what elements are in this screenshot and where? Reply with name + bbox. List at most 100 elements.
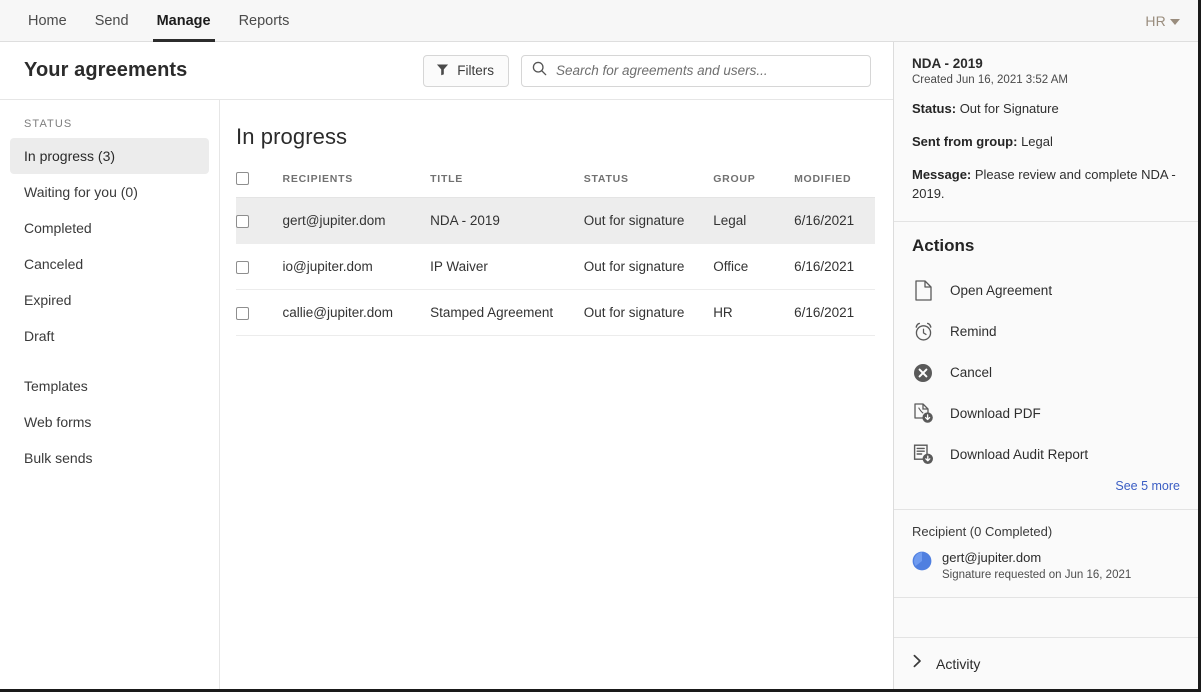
row-checkbox-cell — [236, 197, 283, 244]
cell-title: Stamped Agreement — [430, 289, 584, 336]
see-more-link[interactable]: See 5 more — [912, 475, 1180, 493]
nav-item-label: Manage — [156, 12, 211, 29]
detail-created-date: Created Jun 16, 2021 3:52 AM — [912, 74, 1068, 86]
filters-button-label: Filters — [457, 63, 494, 78]
recipient-row: gert@jupiter.dom Signature requested on … — [912, 550, 1180, 581]
cell-recipients: io@jupiter.dom — [282, 243, 431, 290]
funnel-icon — [436, 63, 449, 79]
cell-title: IP Waiver — [430, 243, 584, 290]
pie-progress-avatar-icon — [912, 551, 932, 571]
actions-section: Actions Open Agreement Remind Cancel Dow… — [894, 222, 1198, 509]
search-icon — [532, 61, 547, 81]
action-cancel[interactable]: Cancel — [912, 352, 1180, 393]
detail-group-value: Legal — [1021, 133, 1053, 149]
select-all-checkbox[interactable] — [236, 172, 249, 185]
cell-title: NDA - 2019 — [430, 197, 584, 244]
user-menu[interactable]: HR — [1145, 0, 1180, 41]
cell-modified: 6/16/2021 — [794, 197, 875, 244]
action-download-audit-report[interactable]: Download Audit Report — [912, 434, 1180, 475]
detail-group-field: Sent from group: Legal — [912, 133, 1180, 152]
sidebar-group-label: STATUS — [24, 118, 73, 130]
detail-status-field: Status: Out for Signature — [912, 100, 1180, 119]
nav-item-reports[interactable]: Reports — [225, 0, 304, 41]
nav-item-manage[interactable]: Manage — [143, 0, 225, 42]
sidebar-item-web-forms[interactable]: Web forms — [10, 404, 209, 440]
sidebar-item-canceled[interactable]: Canceled — [10, 246, 209, 282]
table-row[interactable]: callie@jupiter.dom Stamped Agreement Out… — [236, 289, 875, 336]
column-header-status[interactable]: STATUS — [584, 172, 713, 198]
table-row[interactable]: io@jupiter.dom IP Waiver Out for signatu… — [236, 243, 875, 290]
alarm-clock-icon — [912, 321, 934, 343]
left-column: Your agreements Filters Search for agree… — [0, 42, 893, 689]
select-all-cell — [236, 172, 283, 198]
actions-heading: Actions — [912, 236, 975, 256]
cell-status: Out for signature — [583, 197, 714, 244]
main-split: STATUS In progress (3) Waiting for you (… — [0, 100, 893, 689]
sidebar-divider-gap — [10, 354, 209, 368]
sidebar-item-waiting-for-you[interactable]: Waiting for you (0) — [10, 174, 209, 210]
detail-status-key: Status: — [912, 101, 957, 116]
header-tools: Filters — [423, 54, 871, 87]
cell-status: Out for signature — [583, 243, 714, 290]
row-checkbox[interactable] — [236, 214, 249, 228]
document-icon — [912, 280, 934, 302]
sidebar-item-label: Bulk sends — [24, 450, 93, 466]
column-header-recipients[interactable]: RECIPIENTS — [283, 172, 431, 198]
cell-group: Legal — [713, 197, 795, 244]
sidebar-item-in-progress[interactable]: In progress (3) — [10, 138, 209, 174]
action-open-agreement[interactable]: Open Agreement — [912, 270, 1180, 311]
row-checkbox[interactable] — [236, 306, 249, 320]
cell-modified: 6/16/2021 — [794, 243, 875, 290]
action-download-pdf[interactable]: Download PDF — [912, 393, 1180, 434]
filters-button[interactable]: Filters — [423, 54, 509, 87]
cell-group: HR — [713, 289, 795, 336]
nav-item-send[interactable]: Send — [81, 0, 143, 41]
search-box[interactable] — [521, 54, 871, 87]
app-window: Home Send Manage Reports HR Your agreeme… — [0, 0, 1201, 692]
row-checkbox-cell — [236, 289, 283, 336]
sidebar-item-label: Expired — [24, 292, 72, 308]
sidebar-item-draft[interactable]: Draft — [10, 318, 209, 354]
detail-summary-section: NDA - 2019 Created Jun 16, 2021 3:52 AM … — [894, 42, 1198, 221]
action-label: Download PDF — [950, 406, 1041, 422]
row-checkbox[interactable] — [236, 260, 249, 274]
detail-status-value: Out for Signature — [959, 101, 1059, 116]
sidebar-item-completed[interactable]: Completed — [10, 210, 209, 246]
table-row[interactable]: gert@jupiter.dom NDA - 2019 Out for sign… — [236, 197, 875, 244]
row-checkbox-cell — [236, 243, 283, 290]
body-wrapper: Your agreements Filters Search for agree… — [0, 42, 1198, 689]
cell-recipients: gert@jupiter.dom — [282, 197, 431, 244]
download-audit-icon — [912, 444, 934, 466]
sidebar-item-label: Canceled — [24, 256, 84, 272]
nav-item-label: Send — [94, 12, 129, 29]
column-header-title[interactable]: TITLE — [430, 172, 584, 198]
search-input[interactable] — [556, 63, 860, 78]
sidebar-item-templates[interactable]: Templates — [10, 368, 209, 404]
activity-toggle[interactable]: Activity — [894, 638, 1198, 689]
nav-item-home[interactable]: Home — [14, 0, 81, 41]
nav-item-label: Home — [28, 12, 67, 29]
nav-item-label: Reports — [238, 12, 290, 29]
page-header: Your agreements Filters — [0, 42, 893, 100]
detail-document-title: NDA - 2019 — [912, 56, 983, 71]
sidebar-item-expired[interactable]: Expired — [10, 282, 209, 318]
action-label: Cancel — [950, 365, 993, 381]
chevron-down-icon — [1170, 18, 1180, 25]
content-title: In progress — [236, 124, 348, 149]
table-body: gert@jupiter.dom NDA - 2019 Out for sign… — [236, 197, 875, 336]
sidebar-item-label: Completed — [24, 220, 92, 236]
sidebar-item-bulk-sends[interactable]: Bulk sends — [10, 440, 209, 476]
recipient-info: gert@jupiter.dom Signature requested on … — [942, 550, 1131, 580]
top-navigation-bar: Home Send Manage Reports HR — [0, 0, 1198, 42]
recipient-email: gert@jupiter.dom — [942, 550, 1042, 566]
cell-group: Office — [713, 243, 795, 290]
activity-label: Activity — [936, 655, 981, 672]
download-pdf-icon — [912, 403, 934, 425]
action-remind[interactable]: Remind — [912, 311, 1180, 352]
column-header-group[interactable]: GROUP — [713, 172, 794, 198]
table-head: RECIPIENTS TITLE STATUS GROUP MODIFIED — [236, 172, 875, 198]
table-header-row: RECIPIENTS TITLE STATUS GROUP MODIFIED — [236, 172, 875, 198]
recipient-heading: Recipient (0 Completed) — [912, 524, 1053, 540]
column-header-modified[interactable]: MODIFIED — [794, 172, 875, 198]
sidebar-item-label: Draft — [24, 328, 55, 344]
